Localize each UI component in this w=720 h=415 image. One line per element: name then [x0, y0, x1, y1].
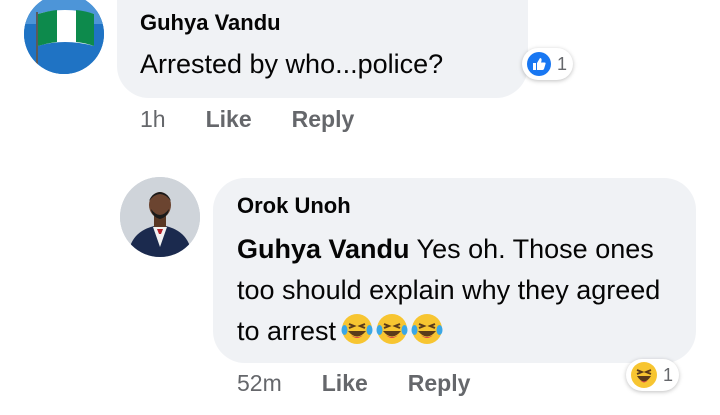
like-button[interactable]: Like	[206, 106, 252, 133]
haha-icon	[631, 362, 657, 388]
nigeria-flag-avatar-image	[24, 0, 104, 74]
reaction-summary[interactable]: 1	[626, 359, 680, 391]
comment-timestamp[interactable]: 52m	[237, 370, 282, 397]
comment-text: Guhya Vandu Yes oh. Those ones too shoul…	[237, 229, 687, 358]
comment-timestamp[interactable]: 1h	[140, 106, 166, 133]
comment-text: Arrested by who...police?	[140, 49, 444, 79]
like-button[interactable]: Like	[322, 370, 368, 397]
reply-button[interactable]: Reply	[408, 370, 471, 397]
laughing-crying-emoji-icon	[411, 314, 443, 344]
profile-photo-image	[120, 177, 200, 257]
reaction-count: 1	[557, 53, 568, 74]
comment-meta: 1h Like Reply	[140, 106, 394, 133]
reaction-count: 1	[663, 364, 674, 385]
avatar-guhya-vandu[interactable]	[24, 0, 104, 74]
avatar-orok-unoh[interactable]	[120, 177, 200, 257]
reply-button[interactable]: Reply	[292, 106, 355, 133]
reaction-summary[interactable]: 1	[522, 48, 574, 80]
comment-author[interactable]: Guhya Vandu	[140, 10, 281, 36]
emoji-row	[340, 312, 445, 358]
like-icon	[527, 52, 551, 76]
laughing-crying-emoji-icon	[376, 314, 408, 344]
comment-meta: 52m Like Reply	[237, 370, 510, 397]
mention-tag[interactable]: Guhya Vandu	[237, 234, 410, 264]
laughing-crying-emoji-icon	[341, 314, 373, 344]
comment-author[interactable]: Orok Unoh	[237, 193, 351, 219]
